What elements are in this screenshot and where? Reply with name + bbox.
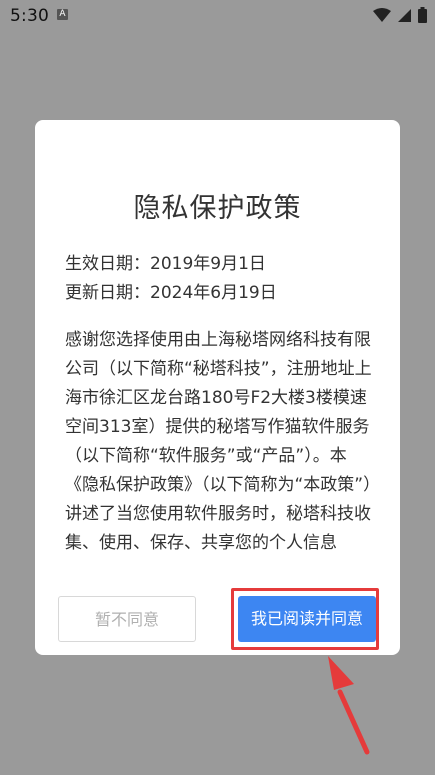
policy-dates: 生效日期：2019年9月1日 更新日期：2024年6月19日 bbox=[65, 250, 277, 308]
battery-icon bbox=[418, 7, 427, 23]
pointer-arrow-icon bbox=[328, 656, 370, 755]
signal-icon bbox=[398, 8, 411, 22]
effective-date: 生效日期：2019年9月1日 bbox=[65, 254, 266, 274]
decline-button[interactable]: 暂不同意 bbox=[58, 596, 196, 642]
status-time: 5:30 bbox=[10, 6, 49, 26]
wifi-icon bbox=[373, 7, 391, 22]
privacy-policy-dialog: 隐私保护政策 生效日期：2019年9月1日 更新日期：2024年6月19日 感谢… bbox=[35, 120, 400, 655]
dialog-title: 隐私保护政策 bbox=[133, 193, 302, 224]
accept-highlight-box bbox=[231, 588, 379, 650]
policy-body-scroll[interactable]: 感谢您选择使用由上海秘塔网络科技有限公司（以下简称“秘塔科技”，注册地址上海市徐… bbox=[65, 326, 377, 582]
status-icons bbox=[373, 6, 427, 24]
policy-body-text: 感谢您选择使用由上海秘塔网络科技有限公司（以下简称“秘塔科技”，注册地址上海市徐… bbox=[65, 330, 372, 553]
notification-a-icon: A bbox=[57, 9, 68, 20]
status-bar: 5:30 A bbox=[0, 0, 435, 32]
updated-date: 更新日期：2024年6月19日 bbox=[65, 283, 277, 303]
